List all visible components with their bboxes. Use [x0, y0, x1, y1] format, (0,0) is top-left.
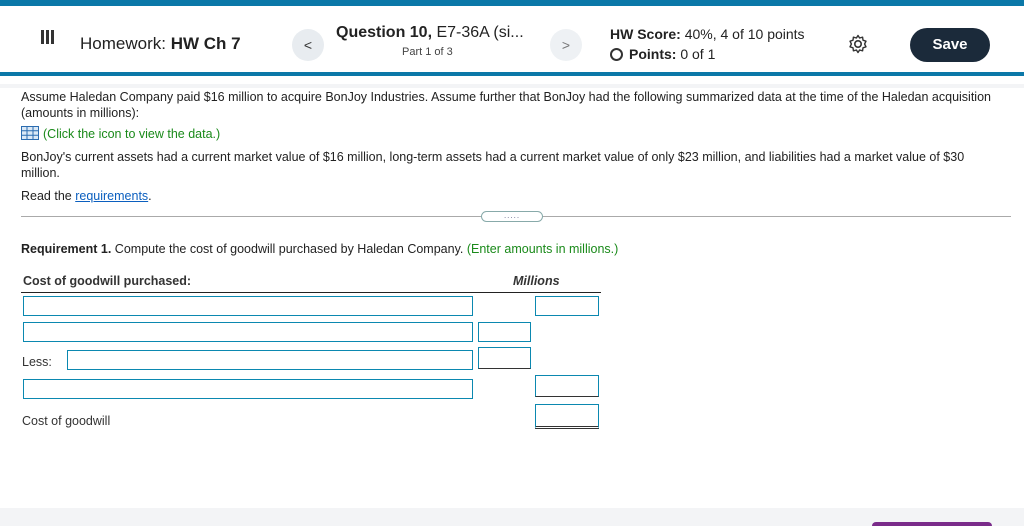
- row1-amount-input[interactable]: [535, 296, 599, 316]
- footer-bar: [0, 508, 1024, 526]
- read-requirements: Read the requirements.: [21, 189, 152, 203]
- less-label: Less:: [22, 355, 52, 369]
- read-suffix: .: [148, 189, 152, 203]
- question-number: Question 10,: [336, 24, 433, 41]
- market-value-text: BonJoy's current assets had a current ma…: [21, 150, 965, 180]
- requirement-hint: (Enter amounts in millions.): [466, 242, 619, 256]
- requirement-text: Compute the cost of goodwill purchased b…: [114, 242, 464, 256]
- goodwill-total-input[interactable]: [535, 404, 599, 429]
- row2-label-input[interactable]: [23, 322, 473, 342]
- menu-icon[interactable]: [40, 30, 58, 44]
- previous-question-button[interactable]: <: [292, 29, 324, 61]
- table-header: Cost of goodwill purchased: Millions: [21, 274, 601, 293]
- homework-prefix: Homework:: [80, 34, 166, 53]
- requirements-link[interactable]: requirements: [75, 189, 148, 203]
- footer-button[interactable]: [872, 522, 992, 526]
- row2-amount-input[interactable]: [478, 322, 531, 342]
- row4-amount-input[interactable]: [535, 375, 599, 397]
- row3-label-input[interactable]: [67, 350, 473, 370]
- row1-label-input[interactable]: [23, 296, 473, 316]
- header-accent-line: [0, 72, 1024, 76]
- read-prefix: Read the: [21, 189, 72, 203]
- header: Homework: HW Ch 7 < Question 10, E7-36A …: [0, 0, 1024, 88]
- question-text: Assume Haledan Company paid $16 million …: [21, 90, 991, 120]
- question-part: Part 1 of 3: [402, 46, 453, 58]
- requirement-1: Requirement 1. Compute the cost of goodw…: [21, 242, 618, 256]
- homework-name: HW Ch 7: [170, 34, 241, 53]
- points: Points: 0 of 1: [610, 46, 715, 62]
- next-question-button[interactable]: >: [550, 29, 582, 61]
- row3-amount-input[interactable]: [478, 347, 531, 369]
- millions-column-header: Millions: [513, 274, 560, 288]
- points-label: Points:: [629, 46, 677, 62]
- gear-icon[interactable]: [848, 34, 868, 54]
- points-circle-icon: [610, 48, 623, 61]
- view-data-label[interactable]: (Click the icon to view the data.): [43, 127, 220, 141]
- cost-of-goodwill-label: Cost of goodwill: [22, 414, 111, 428]
- save-button[interactable]: Save: [910, 28, 990, 62]
- cost-goodwill-header: Cost of goodwill purchased:: [23, 274, 192, 288]
- divider-handle[interactable]: .....: [481, 211, 543, 222]
- row4-label-input[interactable]: [23, 379, 473, 399]
- hw-score: HW Score: 40%, 4 of 10 points: [610, 26, 805, 42]
- hw-score-value: 40%, 4 of 10 points: [684, 26, 805, 42]
- hw-score-label: HW Score:: [610, 26, 681, 42]
- homework-title[interactable]: Homework: HW Ch 7: [80, 34, 241, 54]
- points-value: 0 of 1: [680, 46, 716, 62]
- question-title: Question 10, E7-36A (si...: [336, 24, 524, 42]
- table-icon[interactable]: [21, 126, 39, 140]
- view-data-link[interactable]: (Click the icon to view the data.): [21, 126, 220, 141]
- question-code: E7-36A (si...: [436, 24, 524, 41]
- requirement-title: Requirement 1.: [21, 242, 112, 256]
